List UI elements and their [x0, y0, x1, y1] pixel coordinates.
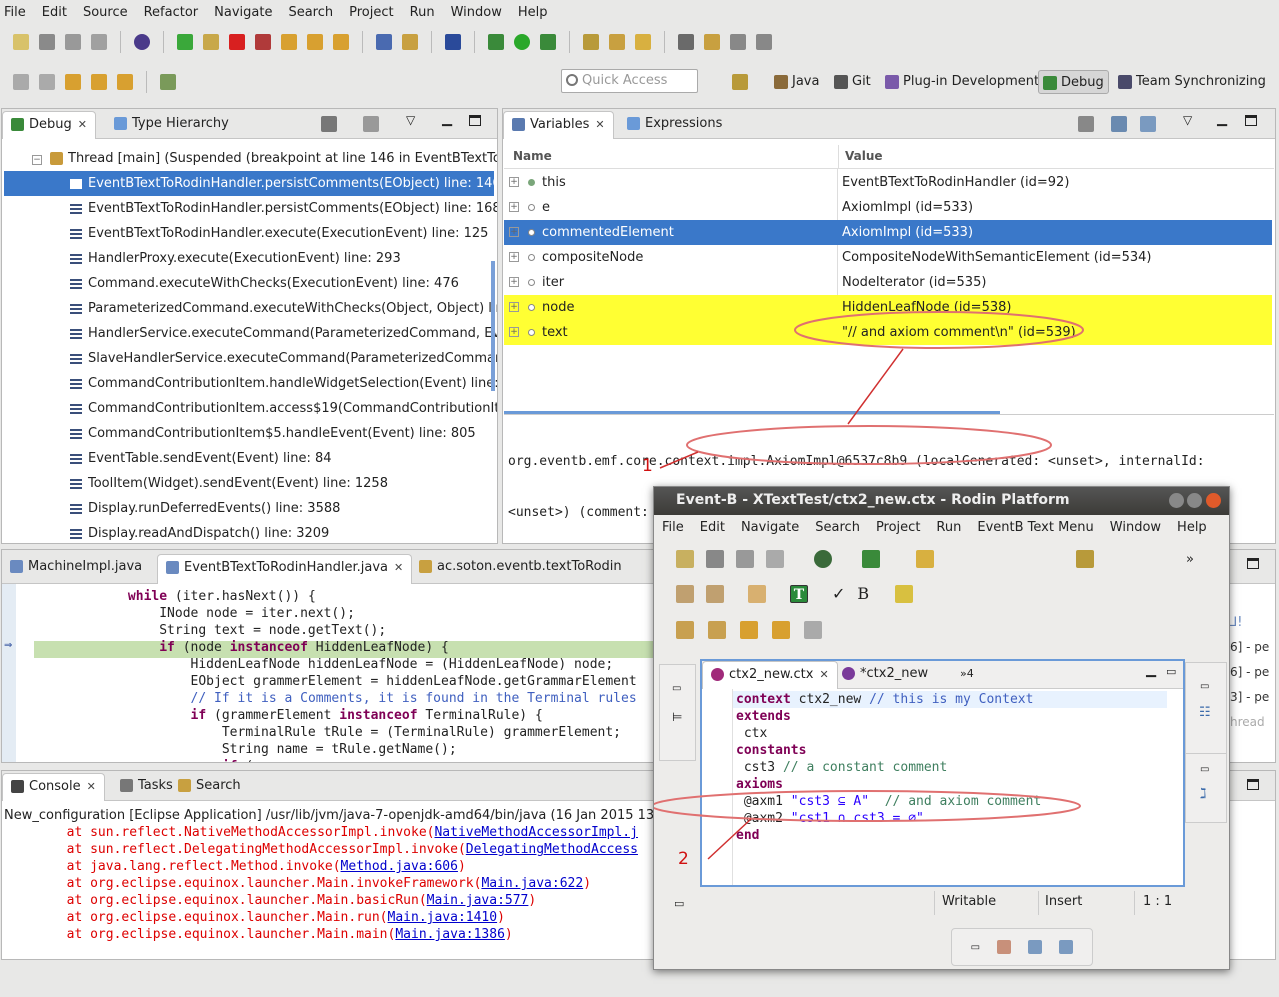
rodin-annotation-overlay — [654, 790, 1081, 860]
annotation-label-1: 1 — [642, 456, 653, 476]
annotation-label-2: 2 — [678, 849, 689, 869]
annotation-ellipse-axiom — [654, 790, 1081, 822]
annotation-ellipse-detail — [686, 425, 1052, 465]
annotation-line — [659, 451, 699, 469]
annotation-line — [847, 348, 904, 425]
rodin-window: Event-B - XTextTest/ctx2_new.ctx - Rodin… — [653, 486, 1230, 970]
annotation-line — [707, 818, 752, 860]
annotation-ellipse-text — [794, 311, 1084, 349]
